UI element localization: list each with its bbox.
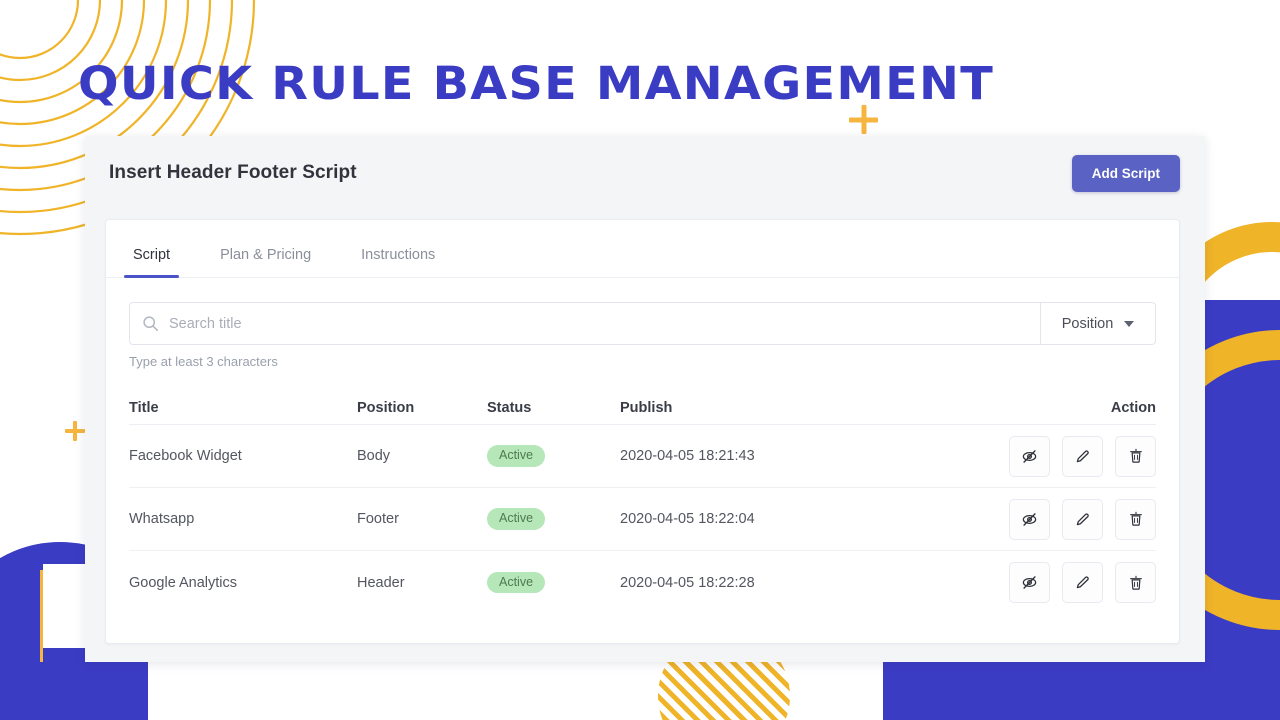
- search-row: Position: [129, 302, 1156, 345]
- search-area: Position Type at least 3 characters: [106, 278, 1179, 369]
- trash-icon: [1129, 575, 1142, 590]
- column-header-status: Status: [487, 399, 532, 416]
- cell-status: Active: [487, 445, 620, 467]
- column-header-title: Title: [129, 399, 159, 416]
- search-box[interactable]: [129, 302, 1040, 345]
- app-window: Insert Header Footer Script Add Script S…: [85, 136, 1205, 662]
- slide-canvas: Quick Rule Base Management Insert Header…: [0, 0, 1280, 720]
- slide-headline: Quick Rule Base Management: [78, 57, 995, 110]
- search-input[interactable]: [169, 315, 1028, 332]
- scripts-table: Title Position Status Publish Action Fac…: [106, 391, 1179, 614]
- tab-script[interactable]: Script: [123, 247, 180, 278]
- position-filter-label: Position: [1061, 315, 1114, 332]
- tab-bar: Script Plan & Pricing Instructions: [106, 220, 1179, 278]
- pencil-icon: [1076, 576, 1089, 589]
- table-row: Facebook Widget Body Active 2020-04-05 1…: [129, 425, 1156, 488]
- cell-title: Google Analytics: [129, 574, 238, 591]
- trash-icon: [1129, 448, 1142, 463]
- table-header-row: Title Position Status Publish Action: [129, 391, 1156, 425]
- status-badge: Active: [487, 571, 546, 594]
- toggle-visibility-button[interactable]: [1009, 435, 1050, 477]
- toggle-visibility-button[interactable]: [1009, 498, 1050, 540]
- cell-action: [968, 562, 1156, 603]
- search-hint: Type at least 3 characters: [129, 354, 278, 369]
- chevron-down-icon: [1124, 320, 1135, 327]
- edit-button[interactable]: [1062, 435, 1103, 477]
- cell-position: Footer: [357, 511, 399, 527]
- plus-marker-icon-left: [65, 421, 85, 441]
- delete-button[interactable]: [1115, 498, 1156, 540]
- cell-action: [968, 435, 1156, 477]
- white-notch-decoration: [148, 662, 883, 720]
- tab-plan-and-pricing[interactable]: Plan & Pricing: [216, 247, 315, 277]
- search-icon: [143, 316, 159, 332]
- edit-button[interactable]: [1062, 498, 1103, 540]
- pencil-icon: [1076, 512, 1089, 525]
- cell-status: Active: [487, 571, 620, 594]
- delete-button[interactable]: [1115, 435, 1156, 477]
- tab-instructions[interactable]: Instructions: [357, 247, 439, 277]
- page-title: Insert Header Footer Script: [109, 162, 357, 183]
- content-card: Script Plan & Pricing Instructions Posi: [105, 219, 1180, 644]
- panel-header: Insert Header Footer Script Add Script: [85, 136, 1205, 210]
- cell-status: Active: [487, 508, 620, 530]
- cell-position: Header: [357, 574, 405, 591]
- table-row: Google Analytics Header Active 2020-04-0…: [129, 551, 1156, 614]
- status-badge: Active: [487, 445, 546, 467]
- cell-action: [968, 498, 1156, 540]
- cell-publish: 2020-04-05 18:22:04: [620, 511, 755, 527]
- edit-button[interactable]: [1062, 562, 1103, 603]
- eye-slash-icon: [1022, 449, 1037, 463]
- cell-title: Facebook Widget: [129, 448, 242, 464]
- cell-publish: 2020-04-05 18:22:28: [620, 574, 755, 591]
- cell-position: Body: [357, 448, 391, 464]
- blue-bottom-band-decoration: [0, 662, 1280, 720]
- cell-publish: 2020-04-05 18:21:43: [620, 448, 755, 464]
- position-filter-dropdown[interactable]: Position: [1040, 302, 1156, 345]
- column-header-position: Position: [357, 399, 415, 416]
- eye-slash-icon: [1022, 576, 1037, 589]
- delete-button[interactable]: [1115, 562, 1156, 603]
- table-row: Whatsapp Footer Active 2020-04-05 18:22:…: [129, 488, 1156, 551]
- add-script-button[interactable]: Add Script: [1071, 154, 1180, 192]
- cell-title: Whatsapp: [129, 511, 195, 527]
- column-header-action: Action: [1110, 399, 1156, 416]
- pencil-icon: [1076, 449, 1089, 462]
- trash-icon: [1129, 511, 1142, 526]
- toggle-visibility-button[interactable]: [1009, 562, 1050, 603]
- status-badge: Active: [487, 508, 546, 530]
- column-header-publish: Publish: [620, 399, 673, 416]
- eye-slash-icon: [1022, 512, 1037, 526]
